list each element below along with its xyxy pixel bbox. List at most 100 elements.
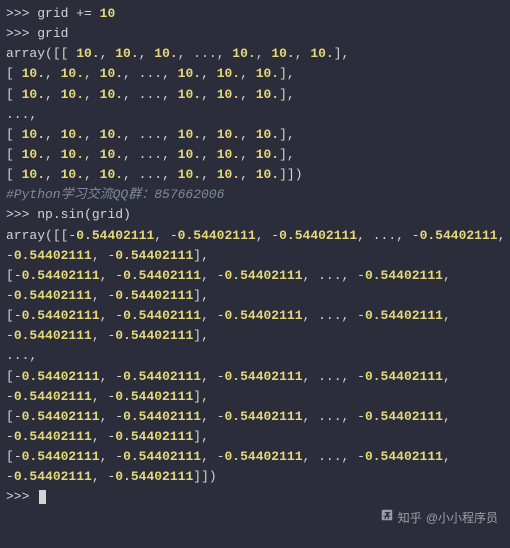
repl-output-line: [-0.54402111, -0.54402111, -0.54402111, … [6,266,504,286]
repl-prompt-active[interactable]: >>> [6,487,504,507]
code-token-paren: , [201,308,217,323]
code-token-num: 10. [100,127,123,142]
code-token-paren: , [162,167,178,182]
code-token-op: - [115,268,123,283]
code-token-ellipsis: ..., [6,348,37,363]
code-token-paren: ], [279,87,295,102]
cursor-icon [39,490,46,504]
code-token-num: 10. [217,87,240,102]
code-token-num: 10. [115,46,138,61]
code-token-op: - [357,449,365,464]
repl-input-line: >>> grid += 10 [6,4,504,24]
code-token-ellipsis: ... [139,127,162,142]
code-token-num: 10. [100,147,123,162]
code-token-num: 0.54402111 [76,228,154,243]
code-token-num: 0.54402111 [225,449,303,464]
code-token-num: 10. [217,147,240,162]
code-token-paren: , [201,369,217,384]
terminal-output[interactable]: >>> grid += 10>>> gridarray([[ 10., 10.,… [6,4,504,508]
repl-output-line: ..., [6,346,504,366]
code-token-paren: , [84,87,100,102]
code-token-num: 0.54402111 [365,268,443,283]
code-token-num: 0.54402111 [225,369,303,384]
code-token-paren: , [92,389,108,404]
code-token-paren: , [162,87,178,102]
code-token-num: 0.54402111 [178,228,256,243]
code-token-paren: , [100,308,116,323]
code-token-num: 0.54402111 [22,308,100,323]
code-token-var: sin [61,207,84,222]
code-token-paren: , [498,228,506,243]
code-token-op: - [6,328,14,343]
code-token-paren: , [443,409,451,424]
code-token-op: - [217,369,225,384]
repl-output-line: array([[-0.54402111, -0.54402111, -0.544… [6,226,504,246]
code-token-op: - [271,228,279,243]
code-token-num: 10. [178,167,201,182]
code-token-op: - [115,369,123,384]
code-token-paren: , [162,127,178,142]
code-token-paren: , [201,449,217,464]
code-token-num: 10. [178,127,201,142]
code-token-paren: , [123,147,139,162]
repl-output-line: -0.54402111, -0.54402111], [6,427,504,447]
code-token-num: 0.54402111 [22,268,100,283]
code-token-num: 10 [100,6,116,21]
code-token-paren: , [201,167,217,182]
code-token-num: 10. [178,87,201,102]
code-token-paren: [ [6,409,14,424]
code-token-op: - [14,308,22,323]
repl-output-line: [ 10., 10., 10., ..., 10., 10., 10.], [6,125,504,145]
code-token-paren: ], [193,288,209,303]
code-token-num: 10. [61,127,84,142]
code-token-paren: [ [6,449,14,464]
code-token-num: 0.54402111 [115,469,193,484]
code-token-paren: , [342,308,358,323]
code-token-paren: [ [6,369,14,384]
code-token-paren: , [240,147,256,162]
repl-output-line: -0.54402111, -0.54402111], [6,326,504,346]
code-token-ellipsis: ... [139,147,162,162]
code-token-num: 10. [22,167,45,182]
code-token-num: 0.54402111 [279,228,357,243]
code-token-paren: , [342,449,358,464]
code-token-num: 0.54402111 [14,288,92,303]
code-token-num: 10. [76,46,99,61]
code-token-paren: ], [279,127,295,142]
code-token-paren: ], [279,147,295,162]
code-token-op: - [115,449,123,464]
code-token-paren: , [162,66,178,81]
code-token-num: 10. [178,147,201,162]
repl-output-line: ..., [6,105,504,125]
code-token-paren: , [123,87,139,102]
code-token-paren: [ [6,127,22,142]
code-token-num: 0.54402111 [115,429,193,444]
code-token-paren: [ [6,66,22,81]
code-token-op: - [6,248,14,263]
code-token-num: 10. [100,66,123,81]
code-token-op: - [14,369,22,384]
code-token-num: 0.54402111 [365,308,443,323]
code-token-paren: , [154,228,170,243]
code-token-num: 0.54402111 [22,369,100,384]
code-token-op: - [217,449,225,464]
code-token-paren: , [256,228,272,243]
code-token-num: 10. [271,46,294,61]
repl-output-line: [ 10., 10., 10., ..., 10., 10., 10.], [6,64,504,84]
code-token-paren: , [92,469,108,484]
code-token-paren: ([[ [45,228,68,243]
code-token-paren: , [201,409,217,424]
code-token-num: 0.54402111 [115,248,193,263]
code-token-ellipsis: ... [139,167,162,182]
code-token-num: 0.54402111 [225,308,303,323]
code-token-paren: , [178,46,194,61]
code-token-num: 10. [217,167,240,182]
code-token-num: 10. [217,66,240,81]
code-token-paren: , [342,409,358,424]
code-token-op: . [53,207,61,222]
code-token-ellipsis: ... [318,369,341,384]
code-token-num: 0.54402111 [22,449,100,464]
code-token-num: 0.54402111 [365,449,443,464]
code-token-var: np [37,207,53,222]
code-token-func: array [6,228,45,243]
